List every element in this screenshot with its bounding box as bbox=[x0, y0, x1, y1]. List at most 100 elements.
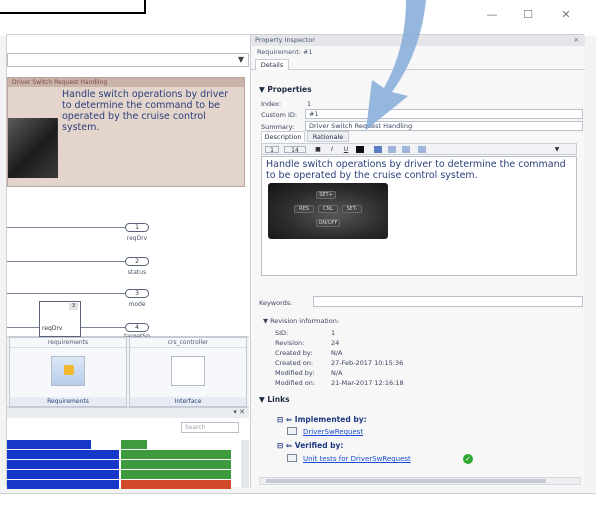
status-bar-cell bbox=[121, 440, 147, 449]
model-path-combo[interactable]: ▼ bbox=[7, 53, 249, 67]
implemented-by-label[interactable]: ⊟ ⇐ Implemented by: bbox=[277, 415, 367, 424]
subsystem-block[interactable]: 3 reqDrv bbox=[39, 301, 81, 337]
bold-icon[interactable]: ■ bbox=[314, 146, 322, 153]
revision-value: N/A bbox=[331, 369, 343, 377]
revision-section-header[interactable]: ▼ Revision information: bbox=[263, 317, 339, 325]
model-pane: ▼ Driver Switch Request Handling Handle … bbox=[7, 35, 251, 489]
search-input[interactable]: Search bbox=[181, 422, 239, 433]
status-bar-cell bbox=[121, 450, 231, 459]
summary-label: Summary: bbox=[261, 123, 295, 131]
horizontal-scrollbar[interactable] bbox=[259, 477, 581, 485]
tile-requirements[interactable]: requirements Requirements bbox=[9, 337, 127, 407]
table-row[interactable] bbox=[7, 450, 239, 459]
outport-label: reqDrv bbox=[126, 235, 148, 242]
wheel-button-label: ON/OFF bbox=[316, 219, 340, 227]
outport-block[interactable]: 3 bbox=[125, 289, 149, 298]
requirement-annotation[interactable]: Driver Switch Request Handling Handle sw… bbox=[7, 77, 245, 187]
align-left-icon[interactable] bbox=[374, 146, 382, 153]
tab-description[interactable]: Description bbox=[261, 131, 305, 142]
status-bar-cell bbox=[121, 460, 231, 469]
custom-id-field[interactable]: #1 bbox=[305, 109, 583, 119]
results-pane: ▾ ✕ Search bbox=[7, 407, 249, 489]
subsystem-label: reqDrv bbox=[42, 325, 63, 332]
tab-rationale[interactable]: Rationale bbox=[307, 131, 349, 142]
results-grid bbox=[7, 440, 239, 489]
links-section-header[interactable]: ▼ Links bbox=[259, 395, 290, 404]
main-area: ▼ Driver Switch Request Handling Handle … bbox=[6, 34, 585, 489]
results-toolbar: ▾ ✕ bbox=[7, 408, 249, 418]
index-value: 1 bbox=[307, 100, 312, 108]
tile-label: Requirements bbox=[10, 397, 126, 406]
table-row[interactable] bbox=[7, 460, 239, 469]
status-bar-cell bbox=[7, 480, 119, 489]
requirement-annotation-title: Driver Switch Request Handling bbox=[8, 78, 244, 87]
callout-box bbox=[0, 0, 146, 14]
summary-field[interactable]: Driver Switch Request Handling bbox=[305, 121, 583, 131]
align-center-icon[interactable] bbox=[388, 146, 396, 153]
text-color-icon[interactable] bbox=[356, 146, 364, 153]
table-row[interactable] bbox=[7, 480, 239, 489]
table-row[interactable] bbox=[7, 440, 239, 449]
properties-section-header[interactable]: ▼ Properties bbox=[259, 85, 312, 94]
implemented-by-text: Implemented by: bbox=[294, 415, 367, 424]
tile-caption: crs_controller bbox=[130, 338, 246, 348]
align-right-icon[interactable] bbox=[402, 146, 410, 153]
chevron-down-icon: ▼ bbox=[237, 55, 244, 64]
verified-by-link[interactable]: Unit tests for DriverSwRequest bbox=[303, 455, 411, 463]
close-icon[interactable]: ✕ bbox=[574, 35, 579, 46]
tab-details[interactable]: Details bbox=[255, 59, 289, 70]
table-row[interactable] bbox=[7, 470, 239, 479]
tile-caption: requirements bbox=[10, 338, 126, 348]
implemented-by-link[interactable]: DriverSwRequest bbox=[303, 428, 363, 436]
model-canvas[interactable]: Driver Switch Request Handling Handle sw… bbox=[7, 69, 249, 340]
description-text: Handle switch operations by driver to de… bbox=[266, 159, 566, 181]
revision-header-label: Revision information: bbox=[270, 317, 340, 325]
tile-label: Interface bbox=[130, 397, 246, 406]
close-button[interactable]: ✕ bbox=[556, 8, 576, 22]
italic-icon[interactable]: I bbox=[328, 146, 336, 153]
app-window: — ☐ ✕ ▼ Driver Switch Request Handling H… bbox=[0, 0, 596, 494]
wheel-button-label: SET+ bbox=[316, 191, 336, 199]
test-file-icon bbox=[287, 454, 297, 462]
revision-value: N/A bbox=[331, 349, 343, 357]
underline-icon[interactable]: U bbox=[342, 146, 350, 153]
font-size-select[interactable]: 14 bbox=[284, 146, 306, 154]
revision-label: Created on: bbox=[275, 359, 314, 367]
custom-id-label: Custom ID: bbox=[261, 111, 298, 119]
keywords-field[interactable] bbox=[313, 296, 583, 307]
pane-close-icon[interactable]: ▾ ✕ bbox=[233, 408, 245, 416]
maximize-button[interactable]: ☐ bbox=[518, 8, 538, 22]
steering-wheel-image: SET+ RES CNL SET- ON/OFF bbox=[268, 183, 388, 239]
wheel-button-label: SET- bbox=[342, 205, 362, 213]
revision-value: 27-Feb-2017 10:15:36 bbox=[331, 359, 404, 367]
tile-interface[interactable]: crs_controller Interface bbox=[129, 337, 247, 407]
justify-icon[interactable] bbox=[418, 146, 426, 153]
outport-label: mode bbox=[128, 301, 146, 308]
outport-block[interactable]: 1 bbox=[125, 223, 149, 232]
status-bar-cell bbox=[7, 440, 91, 449]
revision-label: Created by: bbox=[275, 349, 313, 357]
check-icon: ✓ bbox=[463, 454, 473, 464]
outport-label: status bbox=[127, 269, 147, 276]
inspector-title: Property Inspector bbox=[255, 36, 315, 44]
scrollbar-thumb[interactable] bbox=[266, 479, 546, 483]
revision-value: 1 bbox=[331, 329, 336, 337]
links-header-label: Links bbox=[267, 395, 290, 404]
revision-label: Modified by: bbox=[275, 369, 315, 377]
properties-header-label: Properties bbox=[267, 85, 312, 94]
outport-block[interactable]: 4 bbox=[125, 323, 149, 332]
more-options-icon[interactable]: ▼ bbox=[552, 146, 562, 153]
revision-value: 21-Mar-2017 12:16:18 bbox=[331, 379, 404, 387]
minimize-button[interactable]: — bbox=[482, 8, 502, 22]
signal-line bbox=[7, 227, 127, 228]
verified-by-label[interactable]: ⊟ ⇐ Verified by: bbox=[277, 441, 343, 450]
outport-block[interactable]: 2 bbox=[125, 257, 149, 266]
revision-value: 24 bbox=[331, 339, 340, 347]
wheel-button-label: CNL bbox=[318, 205, 338, 213]
status-bar-cell bbox=[7, 450, 119, 459]
revision-label: Revision: bbox=[275, 339, 305, 347]
style-select[interactable]: 1 bbox=[265, 146, 279, 154]
vertical-scrollbar[interactable] bbox=[241, 440, 249, 488]
verified-by-text: Verified by: bbox=[294, 441, 344, 450]
description-editor[interactable]: Handle switch operations by driver to de… bbox=[261, 156, 577, 276]
